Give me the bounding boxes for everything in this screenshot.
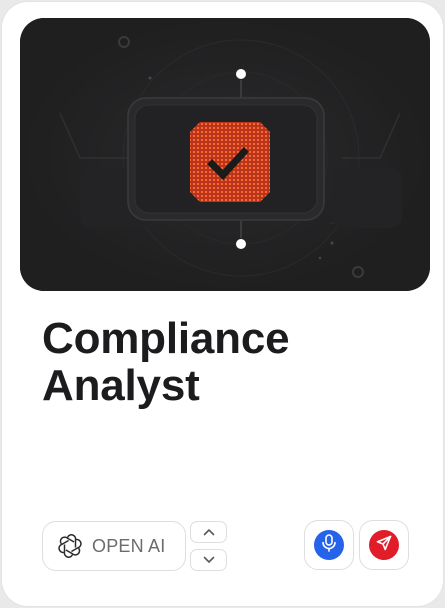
stepper-up-button[interactable] bbox=[190, 521, 227, 543]
title-line-2: Analyst bbox=[42, 361, 200, 410]
microphone-button[interactable] bbox=[304, 520, 354, 570]
microphone-disc bbox=[314, 530, 344, 560]
model-provider-button[interactable]: OPEN AI bbox=[42, 521, 186, 571]
checkmark-badge-icon bbox=[190, 122, 270, 202]
microphone-icon bbox=[321, 533, 337, 557]
model-provider-label: OPEN AI bbox=[92, 535, 166, 556]
send-icon bbox=[376, 535, 392, 556]
send-button[interactable] bbox=[359, 520, 409, 570]
stepper-down-button[interactable] bbox=[190, 549, 227, 571]
openai-logo-icon bbox=[58, 534, 82, 558]
agent-card: Compliance Analyst OPEN AI bbox=[2, 2, 443, 606]
chevron-down-icon bbox=[203, 551, 215, 569]
send-disc bbox=[369, 530, 399, 560]
agent-title: Compliance Analyst bbox=[42, 315, 422, 409]
model-stepper bbox=[190, 521, 227, 571]
hero-illustration bbox=[20, 18, 430, 291]
chevron-up-icon bbox=[203, 523, 215, 541]
title-line-1: Compliance bbox=[42, 314, 290, 363]
